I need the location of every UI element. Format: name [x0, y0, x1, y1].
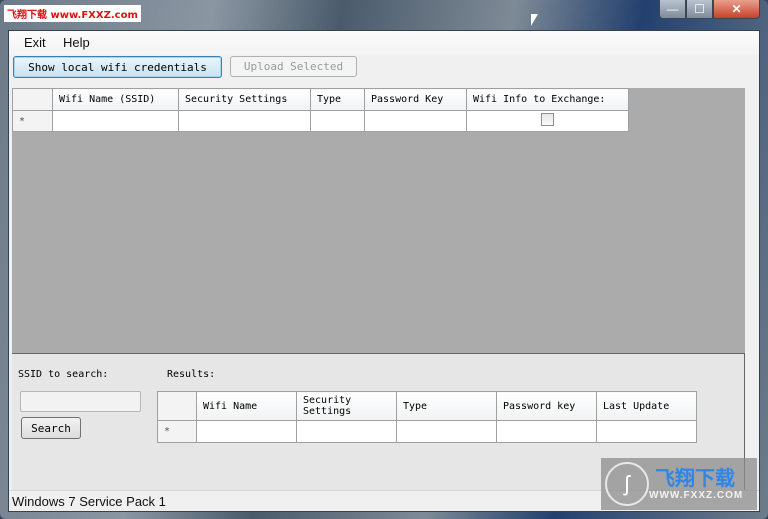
watermark-logo: ʃ 飞翔下载 WWW.FXXZ.COM — [601, 458, 757, 510]
row-header-corner — [12, 88, 53, 111]
cell-ssid[interactable] — [52, 110, 179, 132]
column-header[interactable]: Type — [310, 88, 365, 111]
minimize-button[interactable]: — — [659, 0, 686, 19]
column-header[interactable]: Password Key — [364, 88, 467, 111]
show-local-wifi-button[interactable]: Show local wifi credentials — [13, 56, 222, 78]
header-row: Wifi Name Security Settings Type Passwor… — [157, 391, 697, 421]
local-wifi-grid[interactable]: Wifi Name (SSID) Security Settings Type … — [12, 88, 745, 353]
maximize-button[interactable]: ☐ — [686, 0, 713, 19]
new-row-marker: * — [157, 420, 197, 443]
column-header[interactable]: Security Settings — [178, 88, 311, 111]
maximize-icon: ☐ — [694, 2, 705, 16]
close-button[interactable]: ✕ — [713, 0, 760, 19]
exchange-checkbox[interactable] — [541, 113, 554, 126]
new-row-marker: * — [12, 110, 53, 132]
ssid-search-label: SSID to search: — [18, 369, 109, 380]
cell-type[interactable] — [396, 420, 497, 443]
upload-selected-button[interactable]: Upload Selected — [230, 56, 357, 77]
logo-url: WWW.FXXZ.COM — [649, 489, 744, 501]
window-frame: 飞翔下载 www.FXXZ.com — ☐ ✕ Exit Help Show l… — [0, 0, 768, 519]
column-header[interactable]: Wifi Info to Exchange: — [466, 88, 629, 111]
minimize-icon: — — [666, 2, 679, 16]
column-header[interactable]: Wifi Name (SSID) — [52, 88, 179, 111]
ssid-search-input[interactable] — [20, 391, 141, 412]
row-header-corner — [157, 391, 197, 421]
close-icon: ✕ — [731, 2, 742, 16]
cell-password[interactable] — [496, 420, 597, 443]
mouse-cursor-icon — [531, 14, 538, 26]
local-wifi-table: Wifi Name (SSID) Security Settings Type … — [12, 88, 629, 132]
cell-password[interactable] — [364, 110, 467, 132]
title-bar[interactable]: 飞翔下载 www.FXXZ.com — ☐ ✕ — [0, 0, 768, 30]
menu-help[interactable]: Help — [63, 35, 90, 50]
menu-bar: Exit Help — [9, 31, 759, 55]
column-header[interactable]: Password key — [496, 391, 597, 421]
cell-security[interactable] — [296, 420, 397, 443]
header-row: Wifi Name (SSID) Security Settings Type … — [12, 88, 629, 111]
column-header[interactable]: Wifi Name — [196, 391, 297, 421]
cell-exchange[interactable] — [466, 110, 629, 132]
logo-icon: ʃ — [605, 462, 649, 506]
results-table[interactable]: Wifi Name Security Settings Type Passwor… — [157, 391, 697, 443]
logo-text: 飞翔下载 WWW.FXXZ.COM — [649, 468, 743, 501]
table-row[interactable]: * — [12, 110, 629, 132]
watermark-label: 飞翔下载 www.FXXZ.com — [4, 5, 141, 22]
cell-type[interactable] — [310, 110, 365, 132]
column-header[interactable]: Last Update — [596, 391, 697, 421]
column-header[interactable]: Security Settings — [296, 391, 397, 421]
results-label: Results: — [167, 369, 216, 380]
cell-security[interactable] — [178, 110, 311, 132]
caption-buttons: — ☐ ✕ — [659, 0, 760, 19]
column-header[interactable]: Type — [396, 391, 497, 421]
status-text: Windows 7 Service Pack 1 — [12, 494, 166, 509]
cell-last-update[interactable] — [596, 420, 697, 443]
search-button[interactable]: Search — [21, 417, 81, 439]
menu-exit[interactable]: Exit — [24, 35, 46, 50]
logo-brand: 飞翔下载 — [655, 467, 735, 490]
cell-wifi-name[interactable] — [196, 420, 297, 443]
client-area: Exit Help Show local wifi credentials Up… — [8, 30, 760, 512]
table-row[interactable]: * — [157, 420, 697, 443]
